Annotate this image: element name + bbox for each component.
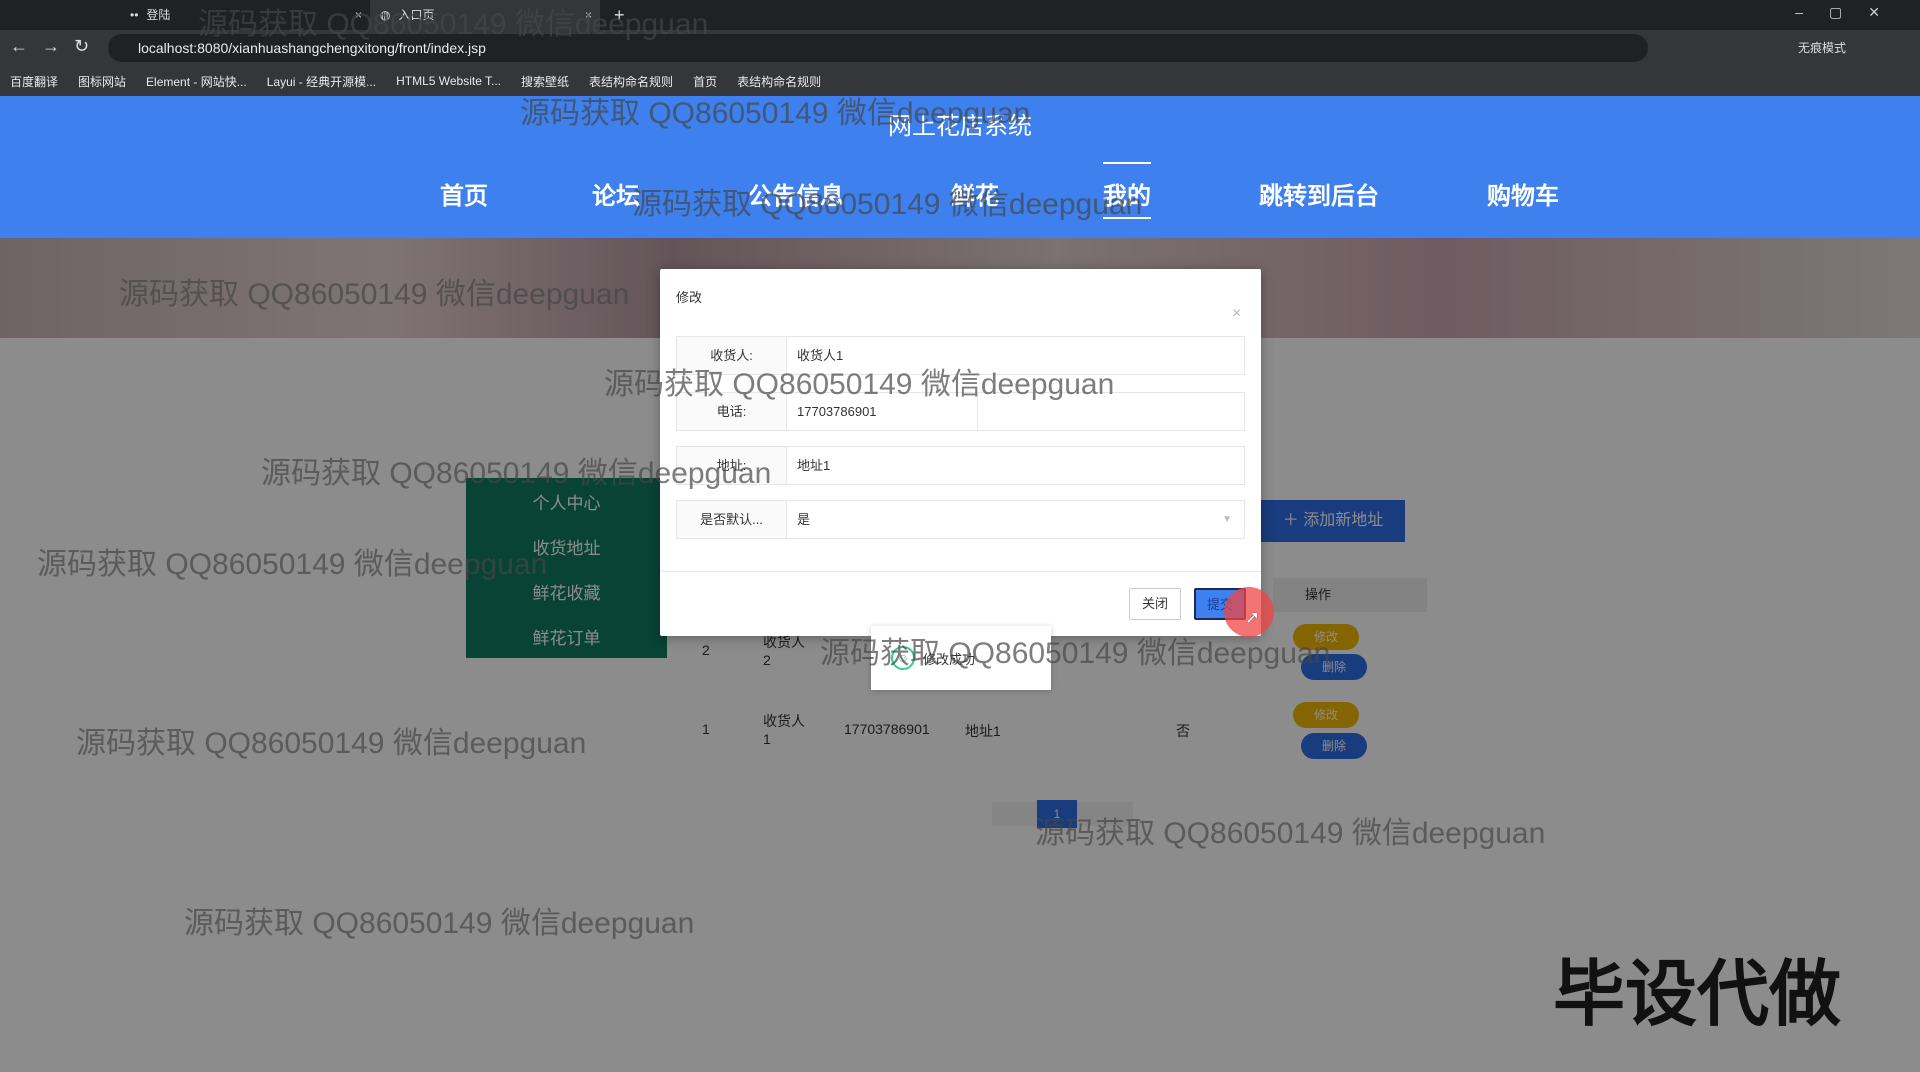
bookmark[interactable]: Layui - 经典开源模... xyxy=(267,73,376,90)
dialog-title: 修改 xyxy=(676,290,703,305)
nav-flowers[interactable]: 鲜花 xyxy=(951,176,999,211)
field-phone: 电话: 17703786901 xyxy=(676,392,1245,431)
bookmark[interactable]: 表结构命名规则 xyxy=(737,73,821,90)
receiver-input[interactable]: 收货人1 xyxy=(787,337,1244,374)
tab-login[interactable]: •• 登陆 × xyxy=(130,0,370,30)
close-icon[interactable]: × xyxy=(585,2,592,28)
success-toast: ☺ 修改成功 xyxy=(871,626,1051,690)
bookmark[interactable]: 首页 xyxy=(693,73,717,90)
field-label: 是否默认... xyxy=(677,501,787,538)
edit-dialog: 修改 × 收货人: 收货人1 电话: 17703786901 地址: 地址1 是否默认… xyxy=(660,269,1274,637)
url-input[interactable]: localhost:8080/xianhuashangchengxitong/f… xyxy=(108,34,1648,62)
site-title: 网上花店系统 xyxy=(888,113,1032,140)
tab-label: 登陆 xyxy=(146,8,171,22)
tab-label: 入口页 xyxy=(398,8,435,22)
field-default: 是否默认... 是 ▼ xyxy=(676,500,1245,539)
address-input[interactable]: 地址1 xyxy=(787,447,1244,484)
bookmarks-bar: 百度翻译 图标网站 Element - 网站快... Layui - 经典开源模… xyxy=(0,66,1920,96)
new-tab-button[interactable]: + xyxy=(614,0,625,30)
address-bar-row: ←→↻ localhost:8080/xianhuashangchengxito… xyxy=(0,30,1920,66)
divider xyxy=(660,571,1261,572)
browser-tab-bar: •• 登陆 × ◍ 入口页 × + –▢✕ xyxy=(0,0,1920,30)
window-controls[interactable]: –▢✕ xyxy=(1795,4,1906,21)
field-address: 地址: 地址1 xyxy=(676,446,1245,485)
tab-entry[interactable]: ◍ 入口页 × xyxy=(370,0,600,30)
toast-message: 修改成功 xyxy=(923,651,976,667)
incognito-label[interactable]: 无痕模式 xyxy=(1798,39,1846,56)
nav-mine[interactable]: 我的 xyxy=(1103,162,1151,219)
close-button[interactable]: 关闭 xyxy=(1129,588,1181,620)
nav-notice[interactable]: 公告信息 xyxy=(748,176,844,211)
success-smile-icon: ☺ xyxy=(891,646,915,670)
nav-forum[interactable]: 论坛 xyxy=(592,176,640,211)
close-icon[interactable]: × xyxy=(355,2,362,28)
bookmark[interactable]: 表结构命名规则 xyxy=(589,73,673,90)
default-select[interactable]: 是 ▼ xyxy=(787,501,1244,538)
field-receiver: 收货人: 收货人1 xyxy=(676,336,1245,375)
field-label: 地址: xyxy=(677,447,787,484)
nav-cart[interactable]: 购物车 xyxy=(1487,176,1559,211)
tab-dots-icon: •• xyxy=(130,8,139,22)
bookmark[interactable]: 搜索壁纸 xyxy=(521,73,569,90)
site-header: 网上花店系统 首页 论坛 公告信息 鲜花 我的 跳转到后台 购物车 xyxy=(0,96,1920,238)
bookmark[interactable]: HTML5 Website T... xyxy=(396,74,501,88)
bookmark[interactable]: 百度翻译 xyxy=(10,73,58,90)
bookmark[interactable]: Element - 网站快... xyxy=(146,73,247,90)
cursor-icon: ➚ xyxy=(1245,607,1261,627)
field-label: 收货人: xyxy=(677,337,787,374)
chevron-down-icon: ▼ xyxy=(1222,514,1232,525)
nav-home[interactable]: 首页 xyxy=(440,176,488,211)
phone-input[interactable]: 17703786901 xyxy=(787,393,978,430)
default-select-value: 是 xyxy=(797,512,811,527)
field-label: 电话: xyxy=(677,393,787,430)
globe-icon: ◍ xyxy=(380,8,391,22)
nav-buttons[interactable]: ←→↻ xyxy=(10,36,103,57)
close-icon[interactable]: × xyxy=(1232,305,1241,323)
nav-admin[interactable]: 跳转到后台 xyxy=(1259,176,1379,211)
bookmark[interactable]: 图标网站 xyxy=(78,73,126,90)
promo-text: 毕设代做 xyxy=(1553,955,1842,1035)
